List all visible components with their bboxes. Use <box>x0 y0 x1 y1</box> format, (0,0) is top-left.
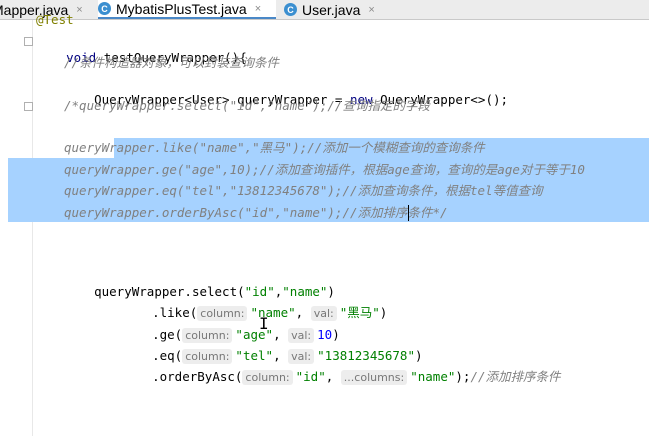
string-literal: "name" <box>410 369 456 384</box>
fold-marker-icon[interactable] <box>24 102 33 111</box>
tab-label: MybatisPlusTest.java <box>116 0 247 17</box>
editor-gutter <box>0 20 32 436</box>
code-comment-selected: queryWrapper.orderByAsc("id","name");//添… <box>64 205 448 220</box>
close-icon[interactable]: × <box>255 3 261 15</box>
code-comment: /*queryWrapper.select("id","name");//查询指… <box>64 98 430 113</box>
string-literal: "黑马" <box>339 305 380 320</box>
class-icon: C <box>98 2 111 15</box>
code-text: ); <box>455 369 471 384</box>
param-hint: ...columns: <box>340 370 408 385</box>
code-comment-selected: queryWrapper.eq("tel","13812345678");//添… <box>64 183 543 198</box>
editor-tab-bar: Mapper.java × C MybatisPlusTest.java × C… <box>0 0 649 20</box>
code-text: .orderByAsc( <box>152 369 243 384</box>
code-comment: //条件构造器对象，可以封装查询条件 <box>64 55 280 70</box>
fold-marker-icon[interactable] <box>24 37 33 46</box>
code-comment: //添加排序条件 <box>470 369 561 384</box>
close-icon[interactable]: × <box>368 4 374 16</box>
param-hint: column: <box>242 370 293 385</box>
close-icon[interactable]: × <box>76 4 82 16</box>
annotation-line: @Test <box>36 12 74 27</box>
string-literal: "id" <box>295 369 326 384</box>
code-line-orderbyasc: .orderByAsc(column: "id", ...columns: "nam… <box>122 353 561 401</box>
tab-user[interactable]: C User.java × <box>284 0 394 19</box>
tab-mybatisplustest[interactable]: C MybatisPlusTest.java × <box>98 0 276 19</box>
code-comment-selected: queryWrapper.ge("age",10);//添加查询插件，根据age… <box>64 162 585 177</box>
text-caret <box>408 205 409 221</box>
mouse-ibeam-cursor-icon: I <box>259 314 269 333</box>
code-comment-selected: queryWrapper.like("name","黑马");//添加一个模糊查… <box>64 140 485 155</box>
class-icon: C <box>284 3 297 16</box>
gutter-divider <box>32 20 33 436</box>
code-text: ) <box>379 305 388 320</box>
tab-label: User.java <box>302 1 361 18</box>
code-text: , <box>325 369 341 384</box>
